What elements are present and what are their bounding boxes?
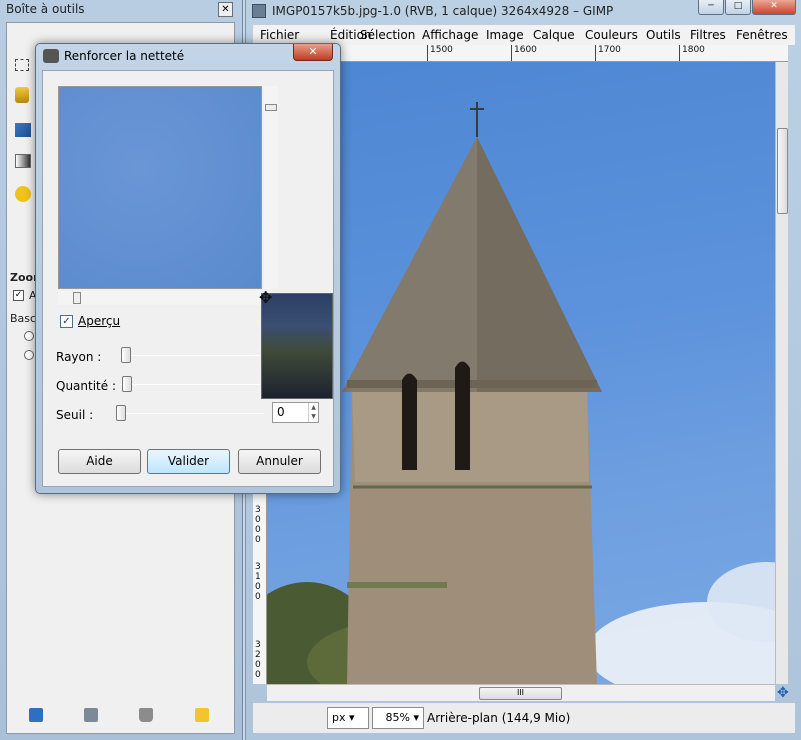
- toolbox-bottom-bar: [7, 708, 236, 728]
- seuil-label: Seuil :: [56, 408, 94, 422]
- reset-options-icon[interactable]: [195, 708, 209, 722]
- ruler-digit: 3: [255, 505, 261, 515]
- seuil-slider-handle[interactable]: [116, 405, 126, 421]
- annuler-button[interactable]: Annuler: [238, 449, 321, 474]
- gradient-icon[interactable]: [15, 154, 31, 168]
- preview-vscroll-thumb[interactable]: [265, 104, 277, 111]
- seuil-slider-track[interactable]: [120, 413, 264, 414]
- rayon-slider-handle[interactable]: [121, 347, 131, 363]
- transform-icon[interactable]: [15, 123, 31, 137]
- seuil-value: 0: [277, 405, 285, 419]
- menu-outils[interactable]: Outils: [646, 28, 681, 42]
- zoom-select[interactable]: 85% ▾: [372, 707, 424, 729]
- preview-area[interactable]: [58, 86, 262, 289]
- ruler-digit: 0: [255, 592, 261, 602]
- ruler-digit: 2: [255, 650, 261, 660]
- preview-hscroll-thumb[interactable]: [73, 292, 81, 304]
- minimize-button[interactable]: ─: [698, 0, 724, 15]
- ruler-digit: 0: [255, 515, 261, 525]
- status-message: Arrière-plan (144,9 Mio): [427, 711, 571, 725]
- ruler-digit: 0: [255, 582, 261, 592]
- menu-couleurs[interactable]: Couleurs: [585, 28, 638, 42]
- spin-arrows-icon[interactable]: ▲ ▼: [308, 403, 318, 422]
- preview-navigation-thumbnail[interactable]: [261, 293, 333, 399]
- ruler-tick: 1700: [595, 45, 621, 61]
- save-options-icon[interactable]: [29, 708, 43, 722]
- valider-button[interactable]: Valider: [147, 449, 230, 474]
- vertical-scroll-thumb[interactable]: [777, 128, 788, 214]
- ruler-tick: 1800: [679, 45, 705, 61]
- quantite-label: Quantité :: [56, 379, 116, 393]
- dialog-body: ✥ ✓ Aperçu Rayon : Quantité : Seuil : 0 …: [42, 70, 334, 487]
- image-window-title: IMGP0157k5b.jpg-1.0 (RVB, 1 calque) 3264…: [272, 4, 614, 18]
- zoom-in-radio[interactable]: [24, 331, 34, 341]
- gimp-app-icon: [252, 4, 266, 18]
- rect-select-icon[interactable]: [15, 59, 29, 71]
- seuil-spinbutton[interactable]: 0 ▲ ▼: [272, 402, 319, 423]
- unit-select[interactable]: px ▾: [327, 707, 369, 729]
- gimp-dialog-icon: [43, 49, 59, 63]
- dialog-close-button[interactable]: ✕: [293, 44, 333, 61]
- aide-button[interactable]: Aide: [58, 449, 141, 474]
- window-close-button[interactable]: ✕: [752, 0, 796, 15]
- menu-fichier[interactable]: Fichier: [260, 28, 299, 42]
- ruler-digit: 0: [255, 670, 261, 680]
- ruler-tick: 1500: [427, 45, 453, 61]
- menu-affichage[interactable]: Affichage: [422, 28, 478, 42]
- quantite-slider-handle[interactable]: [122, 376, 132, 392]
- toolbox-title: Boîte à outils: [6, 2, 85, 16]
- menu-filtres[interactable]: Filtres: [690, 28, 726, 42]
- fuzzy-select-icon[interactable]: [15, 87, 29, 103]
- church-tower-photo: [267, 102, 775, 684]
- preview-vertical-scrollbar[interactable]: [264, 86, 278, 289]
- ruler-digit: 1: [255, 572, 261, 582]
- ruler-digit: 3: [255, 640, 261, 650]
- menu-selection[interactable]: Sélection: [360, 28, 415, 42]
- image-canvas[interactable]: [267, 62, 775, 684]
- ruler-tick: 1600: [511, 45, 537, 61]
- image-window-titlebar: IMGP0157k5b.jpg-1.0 (RVB, 1 calque) 3264…: [246, 0, 801, 22]
- ruler-digit: 0: [255, 525, 261, 535]
- horizontal-ruler[interactable]: 1500 1600 1700 1800: [267, 45, 788, 62]
- heal-icon[interactable]: [15, 186, 31, 202]
- maximize-button[interactable]: □: [725, 0, 751, 15]
- vertical-scrollbar[interactable]: [775, 62, 788, 684]
- zoom-out-radio[interactable]: [24, 350, 34, 360]
- delete-options-icon[interactable]: [139, 708, 153, 722]
- sharpen-dialog: Renforcer la netteté ✕ ✥ ✓ Aperçu Rayon …: [35, 43, 341, 494]
- zoom-value: 85%: [385, 711, 410, 724]
- status-bar: px ▾ 85% ▾ Arrière-plan (144,9 Mio): [253, 703, 795, 733]
- rayon-slider-track[interactable]: [120, 355, 260, 356]
- navigate-icon[interactable]: ✥: [777, 686, 791, 700]
- restore-options-icon[interactable]: [84, 708, 98, 722]
- menu-fenetres[interactable]: Fenêtres: [736, 28, 788, 42]
- quantite-slider-track[interactable]: [120, 384, 260, 385]
- ruler-digit: 0: [255, 660, 261, 670]
- rayon-label: Rayon :: [56, 350, 102, 364]
- apercu-label[interactable]: Aperçu: [78, 314, 120, 328]
- move-cursor-icon: ✥: [259, 288, 273, 307]
- ruler-digit: 0: [255, 535, 261, 545]
- dialog-title: Renforcer la netteté: [64, 49, 185, 63]
- horizontal-scroll-thumb[interactable]: III: [479, 687, 562, 700]
- preview-horizontal-scrollbar[interactable]: [58, 291, 262, 305]
- apercu-checkbox[interactable]: ✓: [60, 315, 73, 328]
- toolbox-close-button[interactable]: ✕: [218, 2, 233, 17]
- menu-bar: Fichier Édition Sélection Affichage Imag…: [253, 25, 795, 45]
- menu-calque[interactable]: Calque: [533, 28, 575, 42]
- auto-resize-checkbox[interactable]: ✓: [13, 290, 24, 301]
- unit-value: px: [332, 711, 346, 724]
- ruler-digit: 3: [255, 562, 261, 572]
- horizontal-scrollbar[interactable]: III: [267, 684, 775, 701]
- menu-image[interactable]: Image: [486, 28, 524, 42]
